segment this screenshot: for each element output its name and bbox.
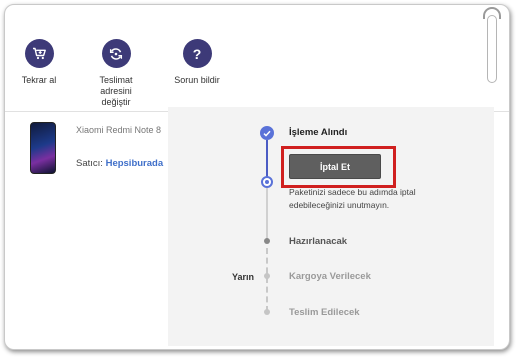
step-shipping: Kargoya Verilecek — [289, 271, 371, 282]
reorder-label: Tekrar al — [21, 75, 57, 85]
product-image[interactable] — [30, 122, 56, 174]
reorder-action[interactable]: Tekrar al — [19, 39, 59, 86]
current-step-dot — [261, 176, 273, 188]
cancel-order-button[interactable]: İptal Et — [289, 154, 381, 179]
change-address-label-line2: değiştir — [101, 97, 131, 107]
timeline-line — [266, 188, 268, 240]
timeline-progress-line — [266, 140, 268, 178]
refresh-icon — [101, 39, 131, 68]
step-preparing: Hazırlanacak — [289, 236, 348, 247]
cart-plus-icon — [24, 39, 54, 68]
seller-label: Satıcı: — [76, 158, 103, 169]
day-label: Yarın — [232, 272, 255, 282]
question-icon: ? — [182, 39, 212, 68]
report-issue-label: Sorun bildir — [174, 75, 220, 85]
step-dot-delivery — [264, 309, 270, 315]
order-actions: Tekrar al Teslimat adresini değiştir ? S… — [5, 5, 505, 109]
timeline-dashed-line — [266, 248, 268, 312]
step-dot-preparing — [264, 238, 270, 244]
scrollbar-thumb[interactable] — [487, 15, 497, 83]
product-name[interactable]: Xiaomi Redmi Note 8 — [76, 125, 168, 135]
report-issue-action[interactable]: ? Sorun bildir — [171, 39, 223, 86]
seller-link[interactable]: Hepsiburada — [106, 158, 164, 169]
change-address-action[interactable]: Teslimat adresini değiştir — [83, 39, 149, 108]
check-icon — [260, 126, 274, 140]
change-address-label-line1: Teslimat adresini — [99, 75, 133, 96]
step-processed: İşleme Alındı — [289, 127, 348, 138]
cancel-note: Paketinizi sadece bu adımda iptal edebil… — [289, 187, 416, 210]
step-dot-shipping — [264, 273, 270, 279]
seller-info: Satıcı: Hepsiburada — [76, 158, 163, 169]
step-delivery: Teslim Edilecek — [289, 307, 360, 318]
